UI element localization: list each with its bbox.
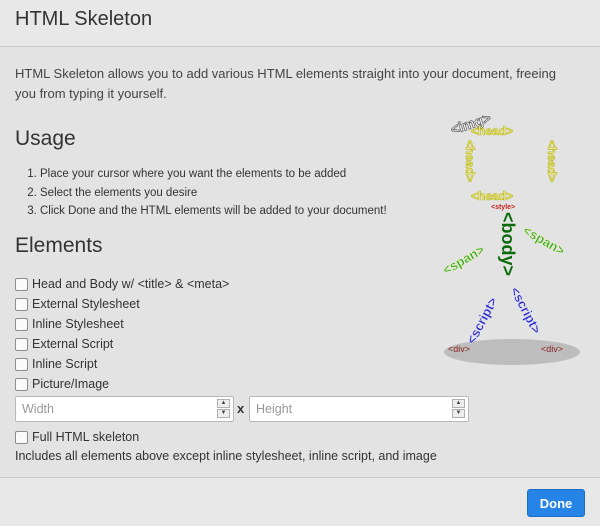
width-stepper[interactable]: ▲ ▼ xyxy=(217,399,231,419)
height-stepper[interactable]: ▲ ▼ xyxy=(452,399,466,419)
script-tag-left: <script> xyxy=(463,294,500,346)
head-tag-left: <head> xyxy=(463,140,477,182)
head-tag-top: <head> xyxy=(471,124,513,138)
body-tag: <body> xyxy=(498,212,518,276)
checkbox[interactable] xyxy=(15,430,28,444)
usage-step: Select the elements you desire xyxy=(40,184,387,203)
height-placeholder: Height xyxy=(256,402,293,416)
dialog-header: HTML Skeleton xyxy=(0,0,600,47)
div-tag-left: <div> xyxy=(448,344,470,354)
checkbox-label: Full HTML skeleton xyxy=(32,430,140,444)
checkbox-label: Picture/Image xyxy=(32,377,110,391)
checkbox-label: Inline Script xyxy=(32,357,98,371)
head-tag-right: <head> xyxy=(545,140,559,182)
caret-up-icon[interactable]: ▲ xyxy=(217,399,230,408)
span-tag-left: <span> xyxy=(440,242,487,278)
checkbox-label: External Script xyxy=(32,337,114,351)
checkbox-inline-stylesheet[interactable]: Inline Stylesheet xyxy=(15,315,124,333)
checkbox-label: Inline Stylesheet xyxy=(32,317,124,331)
usage-step: Place your cursor where you want the ele… xyxy=(40,165,387,184)
dialog-footer: Done xyxy=(0,477,600,526)
div-tag-right: <div> xyxy=(541,344,563,354)
checkbox-head-body[interactable]: Head and Body w/ <title> & <meta> xyxy=(15,275,229,293)
caret-up-icon[interactable]: ▲ xyxy=(452,399,465,408)
full-skeleton-note: Includes all elements above except inlin… xyxy=(15,449,437,463)
span-tag-right: <span> xyxy=(521,223,568,259)
html-skeleton-illustration: <img> <head> <head> <head> <head> <style… xyxy=(440,109,580,365)
usage-steps: Place your cursor where you want the ele… xyxy=(15,165,387,221)
head-tag-bottom: <head> xyxy=(471,189,513,203)
checkbox-external-stylesheet[interactable]: External Stylesheet xyxy=(15,295,140,313)
width-input[interactable]: Width ▲ ▼ xyxy=(15,396,234,422)
caret-down-icon[interactable]: ▼ xyxy=(217,409,230,418)
height-input[interactable]: Height ▲ ▼ xyxy=(249,396,469,422)
dialog-title: HTML Skeleton xyxy=(15,8,153,30)
elements-heading: Elements xyxy=(15,234,103,257)
dialog-content: HTML Skeleton allows you to add various … xyxy=(0,47,600,477)
checkbox-picture-image[interactable]: Picture/Image xyxy=(15,375,109,393)
script-tag-right: <script> xyxy=(507,284,544,336)
usage-heading: Usage xyxy=(15,127,76,150)
checkbox[interactable] xyxy=(15,377,28,391)
checkbox[interactable] xyxy=(15,357,28,371)
checkbox-label: Head and Body w/ <title> & <meta> xyxy=(32,277,230,291)
checkbox[interactable] xyxy=(15,277,28,291)
checkbox-inline-script[interactable]: Inline Script xyxy=(15,355,97,373)
checkbox-label: External Stylesheet xyxy=(32,297,140,311)
checkbox-external-script[interactable]: External Script xyxy=(15,335,113,353)
intro-text: HTML Skeleton allows you to add various … xyxy=(15,66,556,101)
style-tag: <style> xyxy=(491,204,515,211)
html-skeleton-dialog: HTML Skeleton HTML Skeleton allows you t… xyxy=(0,0,600,526)
checkbox-full-skeleton[interactable]: Full HTML skeleton xyxy=(15,428,139,446)
caret-down-icon[interactable]: ▼ xyxy=(452,409,465,418)
checkbox[interactable] xyxy=(15,337,28,351)
done-button[interactable]: Done xyxy=(527,489,585,517)
width-placeholder: Width xyxy=(22,402,54,416)
checkbox[interactable] xyxy=(15,317,28,331)
usage-step: Click Done and the HTML elements will be… xyxy=(40,202,387,221)
checkbox[interactable] xyxy=(15,297,28,311)
dimension-separator: x xyxy=(237,401,245,416)
